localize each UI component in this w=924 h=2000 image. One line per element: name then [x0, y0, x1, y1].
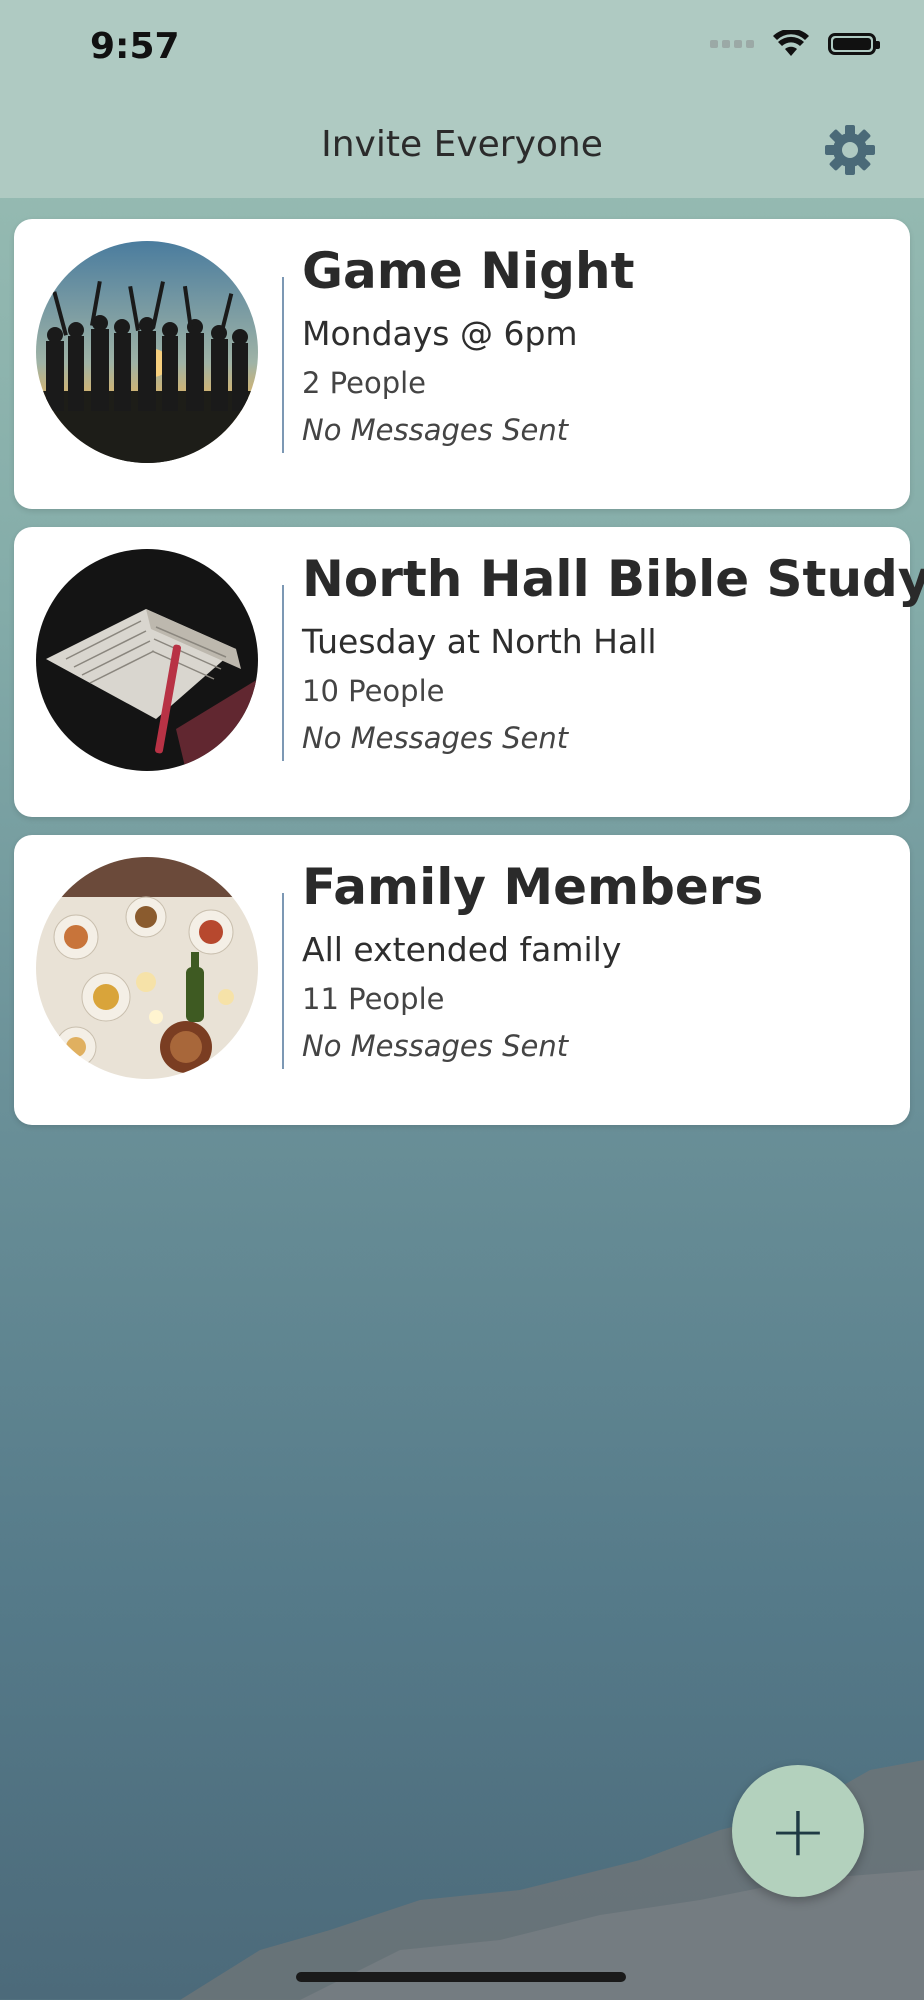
- group-schedule: Mondays @ 6pm: [302, 314, 578, 353]
- add-group-button[interactable]: +: [732, 1765, 864, 1897]
- battery-icon: [828, 33, 880, 55]
- group-name: Family Members: [302, 858, 764, 916]
- status-bar: 9:57: [0, 0, 924, 100]
- group-card-family-members[interactable]: Family Members All extended family 11 Pe…: [14, 835, 910, 1125]
- open-bible-photo: [36, 549, 258, 771]
- group-people-count: 2 People: [302, 366, 427, 400]
- group-card-game-night[interactable]: Game Night Mondays @ 6pm 2 People No Mes…: [14, 219, 910, 509]
- group-message-status: No Messages Sent: [302, 413, 569, 447]
- card-divider: [282, 893, 284, 1069]
- group-schedule: Tuesday at North Hall: [302, 622, 657, 661]
- cellular-signal-icon: [710, 40, 754, 48]
- group-message-status: No Messages Sent: [302, 1029, 569, 1063]
- group-info: Family Members All extended family 11 Pe…: [302, 855, 890, 1069]
- plus-icon: +: [768, 1790, 828, 1872]
- nav-bar: Invite Everyone: [0, 100, 924, 198]
- wifi-icon: [773, 30, 809, 56]
- group-card-north-hall-bible-study[interactable]: North Hall Bible Study Tuesday at North …: [14, 527, 924, 817]
- card-divider: [282, 585, 284, 761]
- group-name: Game Night: [302, 242, 635, 300]
- settings-gear-icon[interactable]: [822, 122, 878, 178]
- sunset-crowd-photo: [36, 241, 258, 463]
- status-time: 9:57: [90, 26, 180, 67]
- group-info: North Hall Bible Study Tuesday at North …: [302, 547, 924, 761]
- group-message-status: No Messages Sent: [302, 721, 569, 755]
- dinner-table-photo: [36, 857, 258, 1079]
- group-avatar: [36, 857, 258, 1079]
- group-schedule: All extended family: [302, 930, 622, 969]
- group-info: Game Night Mondays @ 6pm 2 People No Mes…: [302, 239, 890, 453]
- group-name: North Hall Bible Study: [302, 550, 924, 608]
- group-people-count: 11 People: [302, 982, 445, 1016]
- card-divider: [282, 277, 284, 453]
- group-avatar: [36, 549, 258, 771]
- status-icons: [710, 30, 880, 58]
- group-people-count: 10 People: [302, 674, 445, 708]
- page-title: Invite Everyone: [321, 124, 603, 165]
- group-avatar: [36, 241, 258, 463]
- home-indicator: [296, 1972, 626, 1982]
